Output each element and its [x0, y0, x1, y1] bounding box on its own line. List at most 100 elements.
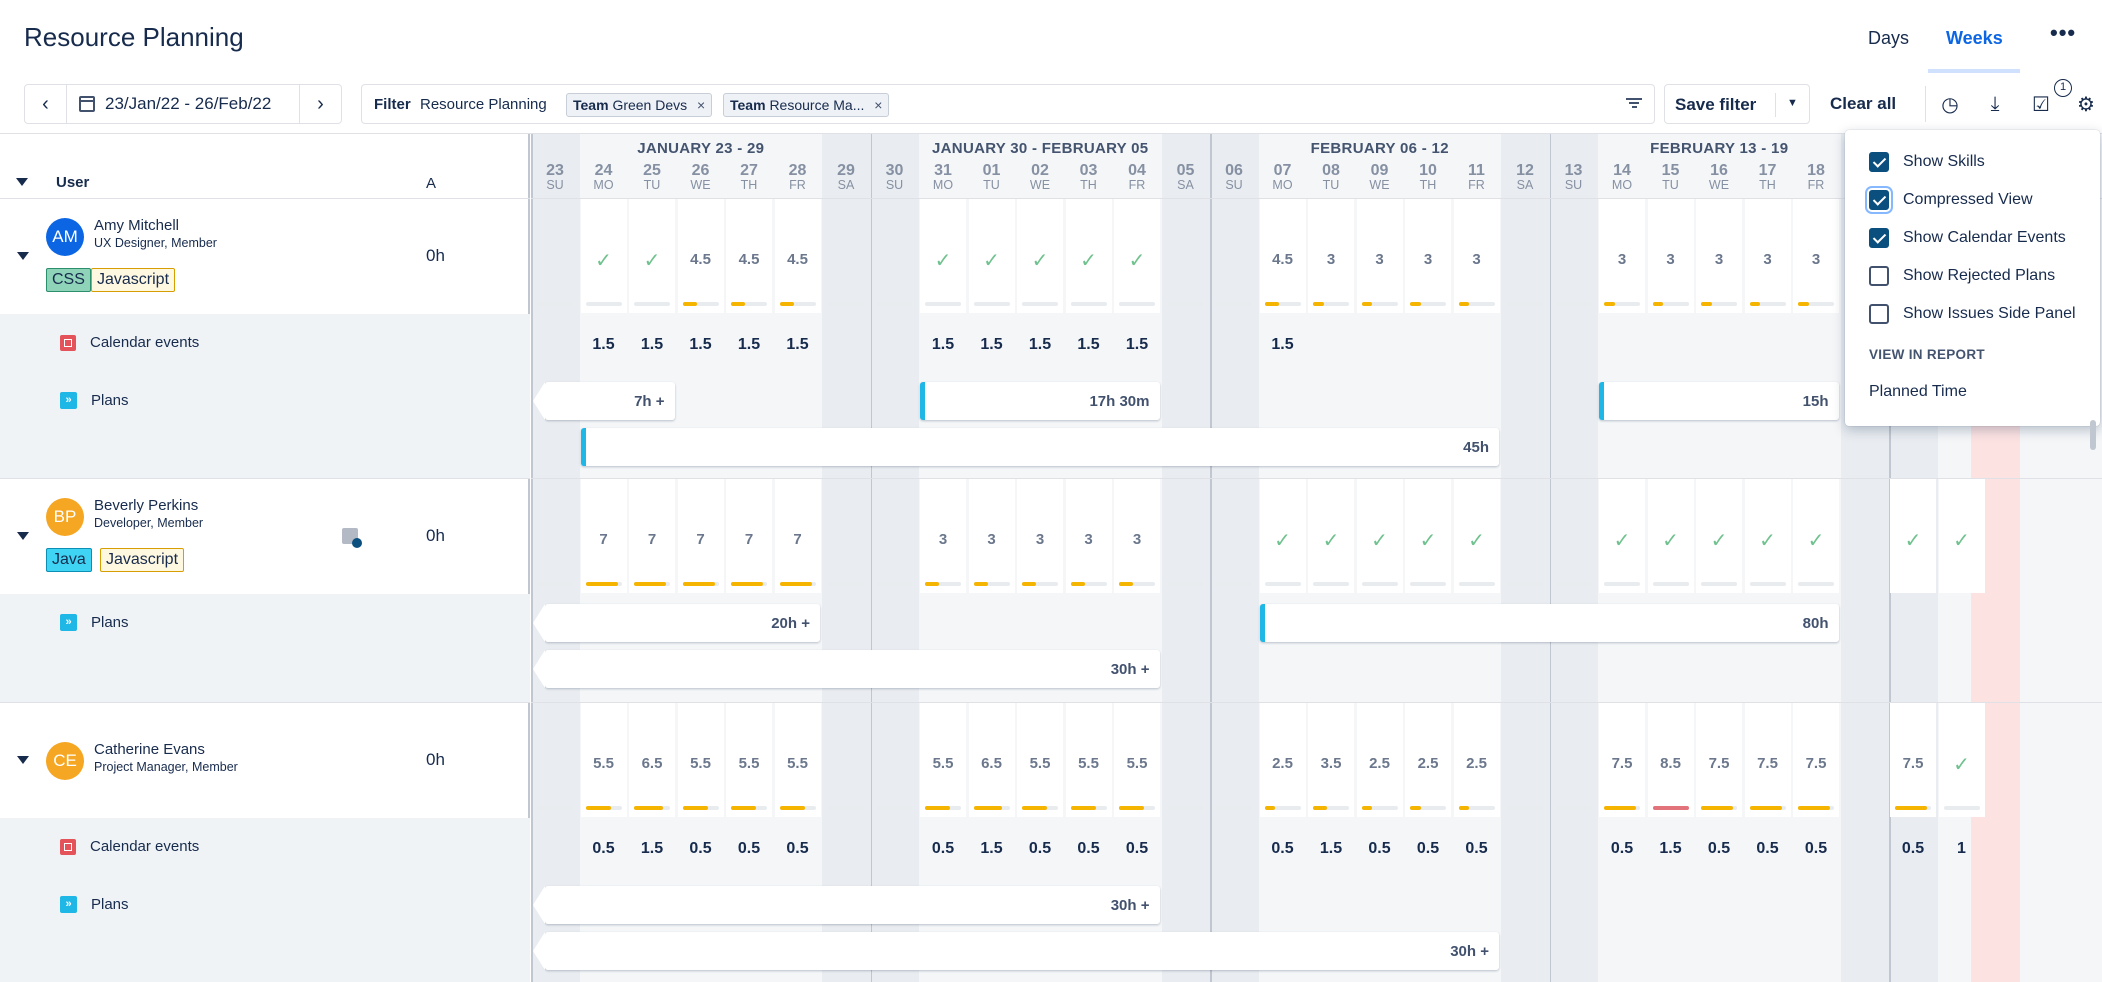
utilization-bar — [1507, 302, 1543, 306]
day-planned-hours: 4.5 — [690, 251, 711, 268]
filter-label: Filter — [374, 96, 411, 113]
filter-bar[interactable]: Filter Resource Planning Team Green Devs… — [361, 84, 1655, 124]
utilization-bar — [585, 582, 622, 586]
planned-time-option[interactable]: Planned Time — [1869, 383, 1967, 401]
show-issues-side-panel-checkbox[interactable] — [1869, 304, 1889, 324]
save-filter-button[interactable]: Save filter ▼ — [1664, 84, 1810, 124]
filter-chip-team[interactable]: Team Resource Ma... × — [723, 93, 890, 117]
day-planned-hours: 5.5 — [787, 755, 808, 772]
option-show-rejected-plans[interactable]: Show Rejected Plans — [1869, 266, 2055, 286]
calendar-event-icon — [60, 334, 76, 351]
utilization-bar — [1070, 806, 1107, 810]
check-icon: ✓ — [1710, 530, 1728, 552]
day-planned-hours: 6.5 — [641, 755, 663, 772]
day-abbrev: TH — [1419, 178, 1437, 192]
show-calendar-events-checkbox[interactable] — [1869, 228, 1889, 248]
utilization-bar — [634, 302, 670, 306]
compressed-view-checkbox[interactable] — [1869, 190, 1889, 210]
option-label: Show Rejected Plans — [1903, 267, 2056, 284]
utilization-bar — [925, 806, 961, 810]
day-planned-hours: 7.5 — [1611, 755, 1633, 772]
history-icon[interactable]: ◷ — [1938, 92, 1962, 116]
collapse-row-icon[interactable] — [17, 252, 29, 260]
show-rejected-plans-checkbox[interactable] — [1869, 266, 1889, 286]
day-abbrev: TH — [1080, 178, 1097, 192]
utilization-fill — [1022, 582, 1037, 586]
utilization-fill — [925, 582, 940, 586]
utilization-bar — [1264, 302, 1301, 306]
utilization-fill — [1749, 806, 1782, 810]
remove-chip-icon[interactable]: × — [697, 97, 705, 113]
save-filter-label: Save filter — [1675, 95, 1757, 114]
filter-icon[interactable] — [1626, 96, 1642, 112]
day-planned-hours: 3 — [1763, 251, 1772, 268]
collapse-all-icon[interactable] — [16, 178, 28, 186]
tab-weeks[interactable]: Weeks — [1946, 28, 2003, 49]
utilization-bar — [634, 806, 670, 810]
utilization-bar — [1652, 302, 1689, 306]
utilization-bar — [1167, 806, 1204, 810]
show-skills-checkbox[interactable] — [1869, 152, 1889, 172]
utilization-bar — [537, 806, 573, 810]
user-role: Developer, Member — [94, 516, 204, 530]
user-name[interactable]: Amy Mitchell — [94, 217, 179, 234]
chevron-down-icon[interactable]: ▼ — [1775, 93, 1809, 117]
collapse-row-icon[interactable] — [17, 756, 29, 764]
day-abbrev: FR — [1128, 178, 1146, 192]
day-planned-hours: 3 — [1132, 531, 1142, 548]
download-icon[interactable]: ⤓ — [1983, 92, 2007, 116]
calendar-hours: 0.5 — [1125, 840, 1149, 857]
user-name[interactable]: Beverly Perkins — [94, 497, 198, 514]
plan-bar[interactable]: 17h 30m — [920, 382, 1160, 420]
check-icon: ✓ — [1468, 530, 1485, 552]
plan-bar[interactable]: 30h + — [533, 650, 1160, 688]
date-range-picker[interactable]: 23/Jan/22 - 26/Feb/22 — [79, 94, 271, 114]
day-planned-hours: 5.5 — [1029, 755, 1051, 772]
availability-column-header[interactable]: A — [426, 175, 436, 192]
remove-chip-icon[interactable]: × — [874, 97, 882, 113]
utilization-bar — [1555, 806, 1592, 810]
plan-hours-label: 20h + — [771, 615, 810, 632]
weekend-column — [1210, 134, 1259, 982]
option-show-calendar-events[interactable]: Show Calendar Events — [1869, 228, 2066, 248]
user-name[interactable]: Catherine Evans — [94, 741, 205, 758]
weekend-column — [1161, 134, 1210, 982]
utilization-fill — [1701, 806, 1734, 810]
utilization-fill — [779, 806, 805, 810]
day-planned-hours: 7 — [599, 531, 608, 548]
user-column-header[interactable]: User — [56, 174, 89, 191]
plan-bar[interactable]: 15h — [1599, 382, 1839, 420]
utilization-bar — [1507, 582, 1543, 586]
previous-period-button[interactable]: ‹ — [25, 85, 67, 123]
utilization-bar — [1361, 806, 1398, 810]
utilization-fill — [779, 582, 812, 586]
next-period-button[interactable]: › — [299, 85, 341, 123]
plan-bar[interactable]: 80h — [1259, 604, 1839, 642]
approval-icon[interactable]: ☑ — [2029, 92, 2053, 116]
calendar-hours: 0.5 — [786, 840, 809, 857]
option-show-skills[interactable]: Show Skills — [1869, 152, 1985, 172]
plan-bar[interactable]: 20h + — [533, 604, 820, 642]
day-planned-hours: 5.5 — [690, 755, 711, 772]
vertical-scrollbar[interactable] — [2090, 420, 2096, 450]
calendar-hours: 1.5 — [592, 336, 615, 353]
chip-key: Team — [573, 97, 609, 113]
option-compressed-view[interactable]: Compressed View — [1869, 190, 2033, 210]
option-show-issues-side-panel[interactable]: Show Issues Side Panel — [1869, 304, 2076, 324]
utilization-fill — [1701, 302, 1712, 306]
utilization-bar — [1458, 806, 1495, 810]
check-icon: ✓ — [1274, 530, 1291, 552]
check-icon: ✓ — [1419, 530, 1437, 552]
utilization-bar — [1167, 582, 1204, 586]
plan-bar[interactable]: 45h — [580, 428, 1499, 466]
gear-icon[interactable]: ⚙ — [2074, 92, 2098, 116]
tab-days[interactable]: Days — [1868, 28, 1909, 49]
more-options-button[interactable]: ••• — [2050, 20, 2076, 46]
plan-bar[interactable]: 30h + — [533, 932, 1499, 970]
utilization-bar — [828, 302, 864, 306]
plan-bar[interactable]: 7h + — [533, 382, 675, 420]
collapse-row-icon[interactable] — [17, 532, 29, 540]
filter-chip-team[interactable]: Team Green Devs × — [566, 93, 713, 117]
clear-all-button[interactable]: Clear all — [1830, 94, 1896, 114]
plan-bar[interactable]: 30h + — [533, 886, 1160, 924]
